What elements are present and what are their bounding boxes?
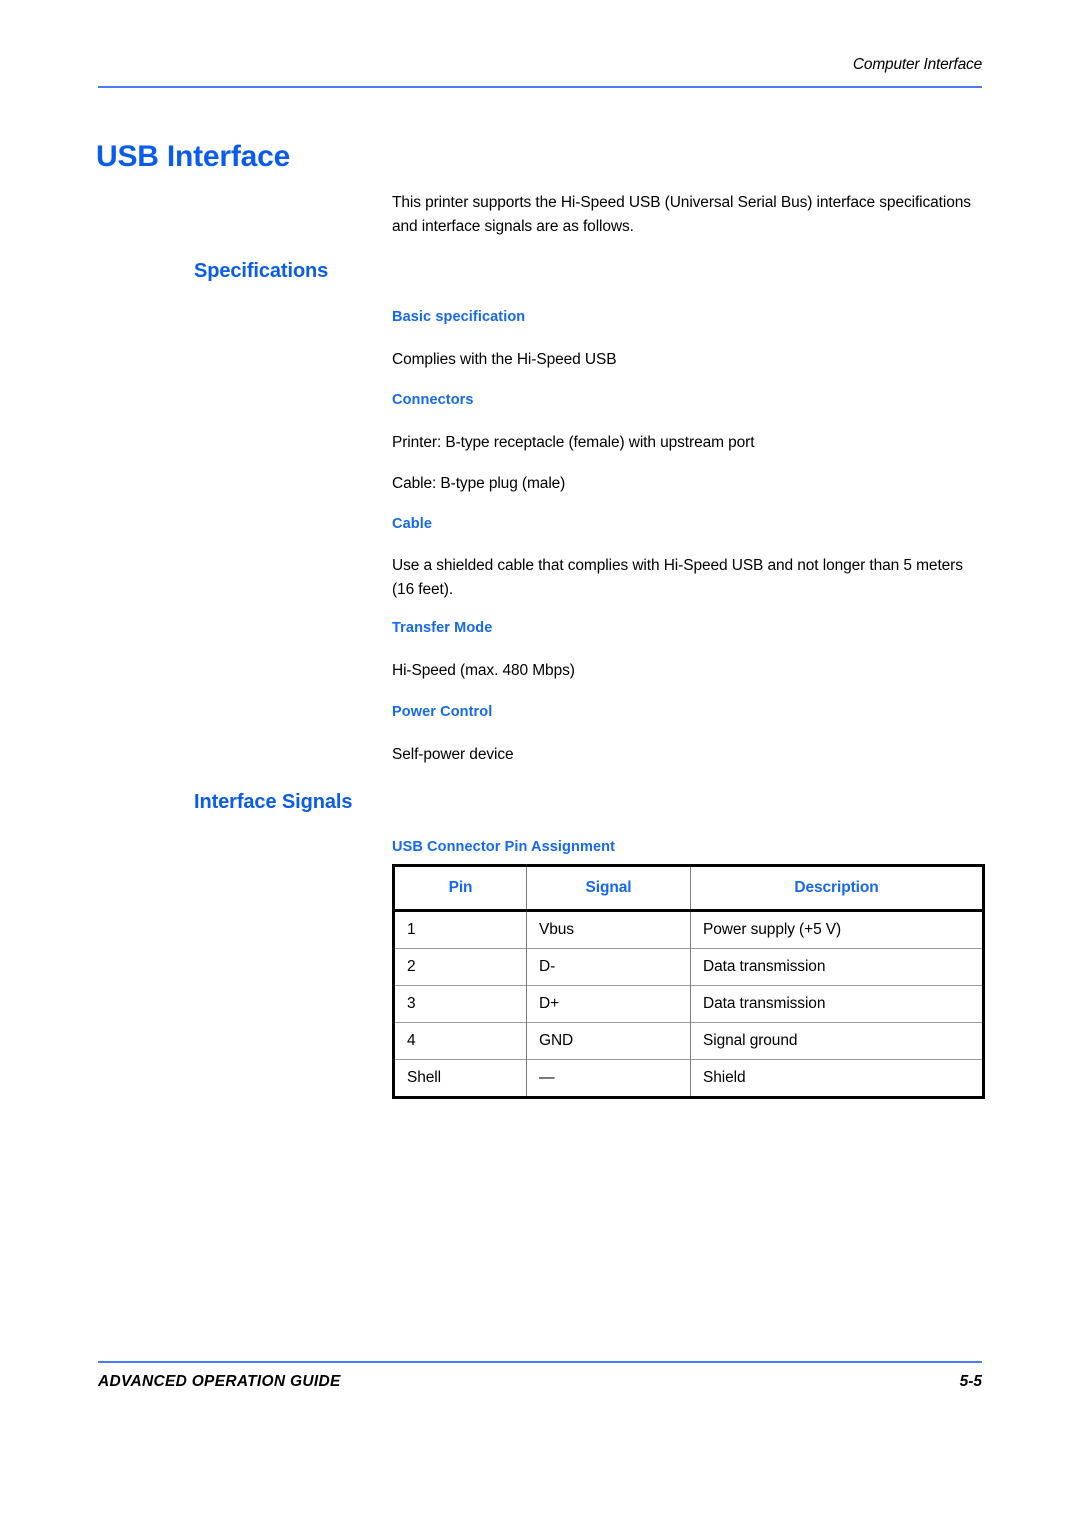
cell-signal: GND xyxy=(526,1022,691,1060)
subheading-transfer-mode: Transfer Mode xyxy=(392,619,493,636)
column-header-signal: Signal xyxy=(526,865,691,912)
text-connector-printer: Printer: B-type receptacle (female) with… xyxy=(392,433,755,451)
subheading-power-control: Power Control xyxy=(392,703,493,720)
cell-pin: 3 xyxy=(393,985,527,1023)
footer-page-number: 5-5 xyxy=(959,1373,982,1390)
text-connector-cable: Cable: B-type plug (male) xyxy=(392,474,566,492)
column-header-pin: Pin xyxy=(393,865,527,912)
text-cable: Use a shielded cable that complies with … xyxy=(392,556,963,598)
section-heading-specifications: Specifications xyxy=(194,259,329,282)
cell-pin: 2 xyxy=(393,948,527,986)
cell-pin: 1 xyxy=(393,910,527,949)
subheading-connectors: Connectors xyxy=(392,391,474,408)
subheading-cable: Cable xyxy=(392,515,432,532)
cell-description: Power supply (+5 V) xyxy=(690,910,984,949)
document-page: Computer Interface USB Interface This pr… xyxy=(0,0,1080,1528)
subheading-basic-specification: Basic specification xyxy=(392,308,526,325)
text-basic-specification: Complies with the Hi-Speed USB xyxy=(392,350,617,368)
cell-description: Data transmission xyxy=(690,985,984,1023)
cell-signal: D+ xyxy=(526,985,691,1023)
cell-description: Shield xyxy=(690,1059,984,1098)
running-header: Computer Interface xyxy=(98,56,982,80)
cell-signal: D- xyxy=(526,948,691,986)
table-header-row: Pin Signal Description xyxy=(393,865,984,912)
table-row: 2 D- Data transmission xyxy=(393,948,984,986)
table-row: 3 D+ Data transmission xyxy=(393,985,984,1023)
cell-pin: Shell xyxy=(393,1059,527,1098)
cell-pin: 4 xyxy=(393,1022,527,1060)
table-body: 1 Vbus Power supply (+5 V) 2 D- Data tra… xyxy=(393,910,984,1098)
footer-divider-rule xyxy=(98,1361,982,1363)
cell-description: Signal ground xyxy=(690,1022,984,1060)
table-row: 4 GND Signal ground xyxy=(393,1022,984,1060)
table-row: Shell — Shield xyxy=(393,1059,984,1098)
text-transfer-mode: Hi-Speed (max. 480 Mbps) xyxy=(392,661,575,679)
intro-paragraph: This printer supports the Hi-Speed USB (… xyxy=(392,193,971,235)
usb-pin-assignment-table: Pin Signal Description 1 Vbus Power supp… xyxy=(392,864,985,1099)
column-header-description: Description xyxy=(690,865,984,912)
table-row: 1 Vbus Power supply (+5 V) xyxy=(393,910,984,949)
page-title: USB Interface xyxy=(96,140,291,174)
cell-description: Data transmission xyxy=(690,948,984,986)
cell-signal: Vbus xyxy=(526,910,691,949)
section-heading-interface-signals: Interface Signals xyxy=(194,790,353,813)
text-power-control: Self-power device xyxy=(392,745,514,763)
running-header-text: Computer Interface xyxy=(852,56,982,73)
cell-signal: — xyxy=(526,1059,691,1098)
header-divider-rule xyxy=(98,86,982,88)
subheading-usb-connector-pin-assignment: USB Connector Pin Assignment xyxy=(392,838,616,855)
